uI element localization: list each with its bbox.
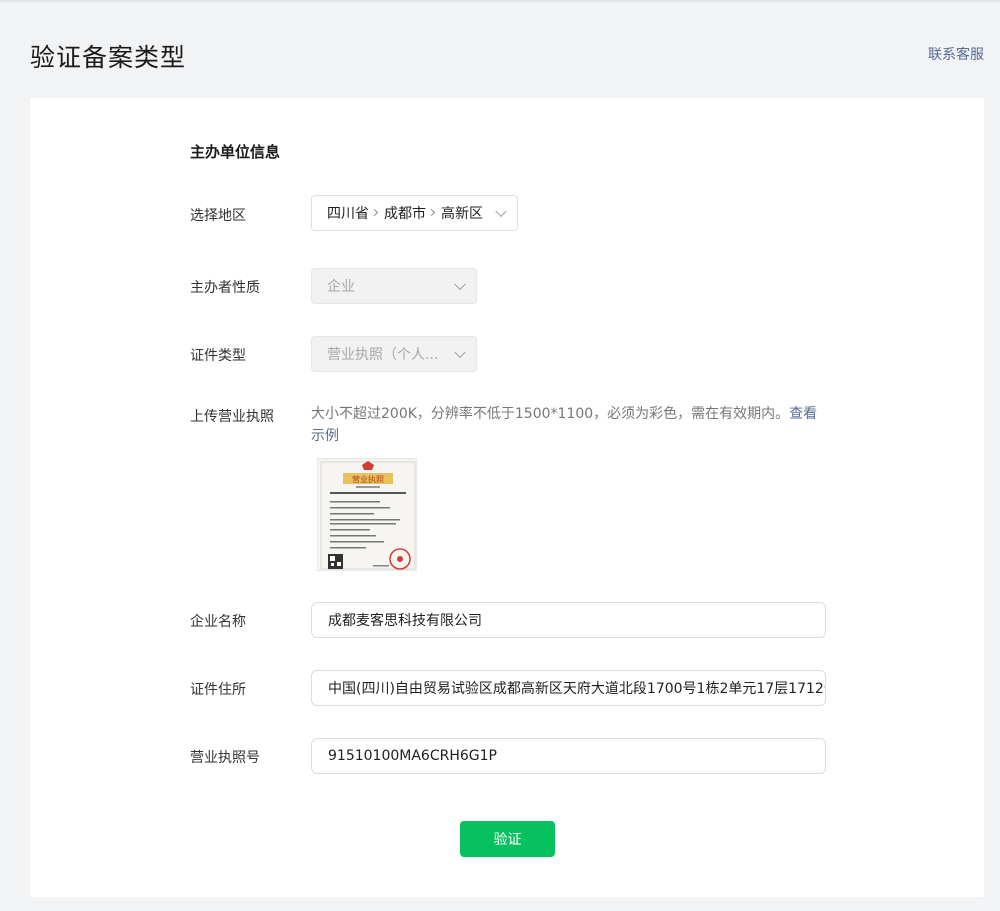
- cert-address-input[interactable]: 中国(四川)自由贸易试验区成都高新区天府大道北段1700号1栋2单元17层171…: [311, 670, 826, 706]
- page-title: 验证备案类型: [30, 43, 187, 72]
- organizer-type-select[interactable]: 企业: [311, 268, 477, 304]
- cert-address-label: 证件住所: [190, 682, 246, 698]
- license-number-label: 营业执照号: [190, 750, 260, 766]
- upload-license-label: 上传营业执照: [190, 409, 274, 425]
- organizer-type-value: 企业: [327, 279, 355, 295]
- upload-hint-text: 大小不超过200K，分辨率不低于1500*1100，必须为彩色，需在有效期内。: [311, 406, 790, 422]
- contact-support-link[interactable]: 联系客服: [928, 44, 984, 64]
- section-title: 主办单位信息: [190, 143, 281, 161]
- license-number-input[interactable]: 91510100MA6CRH6G1P: [311, 738, 826, 774]
- company-name-input[interactable]: 成都麦客思科技有限公司: [311, 602, 826, 638]
- region-district: 高新区: [441, 206, 483, 222]
- cert-address-value: 中国(四川)自由贸易试验区成都高新区天府大道北段1700号1栋2单元17层171…: [328, 681, 826, 697]
- cert-type-label: 证件类型: [190, 348, 246, 364]
- verify-button[interactable]: 验证: [460, 821, 555, 857]
- chevron-right-icon: [370, 208, 379, 216]
- license-image-title: 营业执照: [352, 474, 384, 484]
- chevron-down-icon: [454, 278, 466, 291]
- region-select[interactable]: 四川省 成都市 高新区: [311, 195, 518, 231]
- chevron-down-icon: [454, 346, 466, 359]
- license-number-value: 91510100MA6CRH6G1P: [328, 748, 497, 764]
- upload-hint: 大小不超过200K，分辨率不低于1500*1100，必须为彩色，需在有效期内。查…: [311, 403, 823, 447]
- top-divider: [0, 0, 1000, 2]
- cert-type-value: 营业执照（个人...: [327, 347, 439, 363]
- organizer-type-label: 主办者性质: [190, 280, 260, 296]
- license-document-graphic: 营业执照: [318, 459, 416, 570]
- form-card: 主办单位信息 选择地区 四川省 成都市 高新区 主办者性质 企业 证件类型 营业…: [30, 98, 984, 897]
- region-province: 四川省: [327, 206, 369, 222]
- company-name-label: 企业名称: [190, 614, 246, 630]
- company-name-value: 成都麦客思科技有限公司: [328, 613, 482, 629]
- cert-type-select[interactable]: 营业执照（个人...: [311, 336, 477, 372]
- chevron-down-icon: [495, 205, 507, 218]
- region-city: 成都市: [384, 206, 426, 222]
- chevron-right-icon: [427, 208, 436, 216]
- business-license-image[interactable]: 营业执照: [317, 458, 417, 571]
- region-label: 选择地区: [190, 208, 246, 224]
